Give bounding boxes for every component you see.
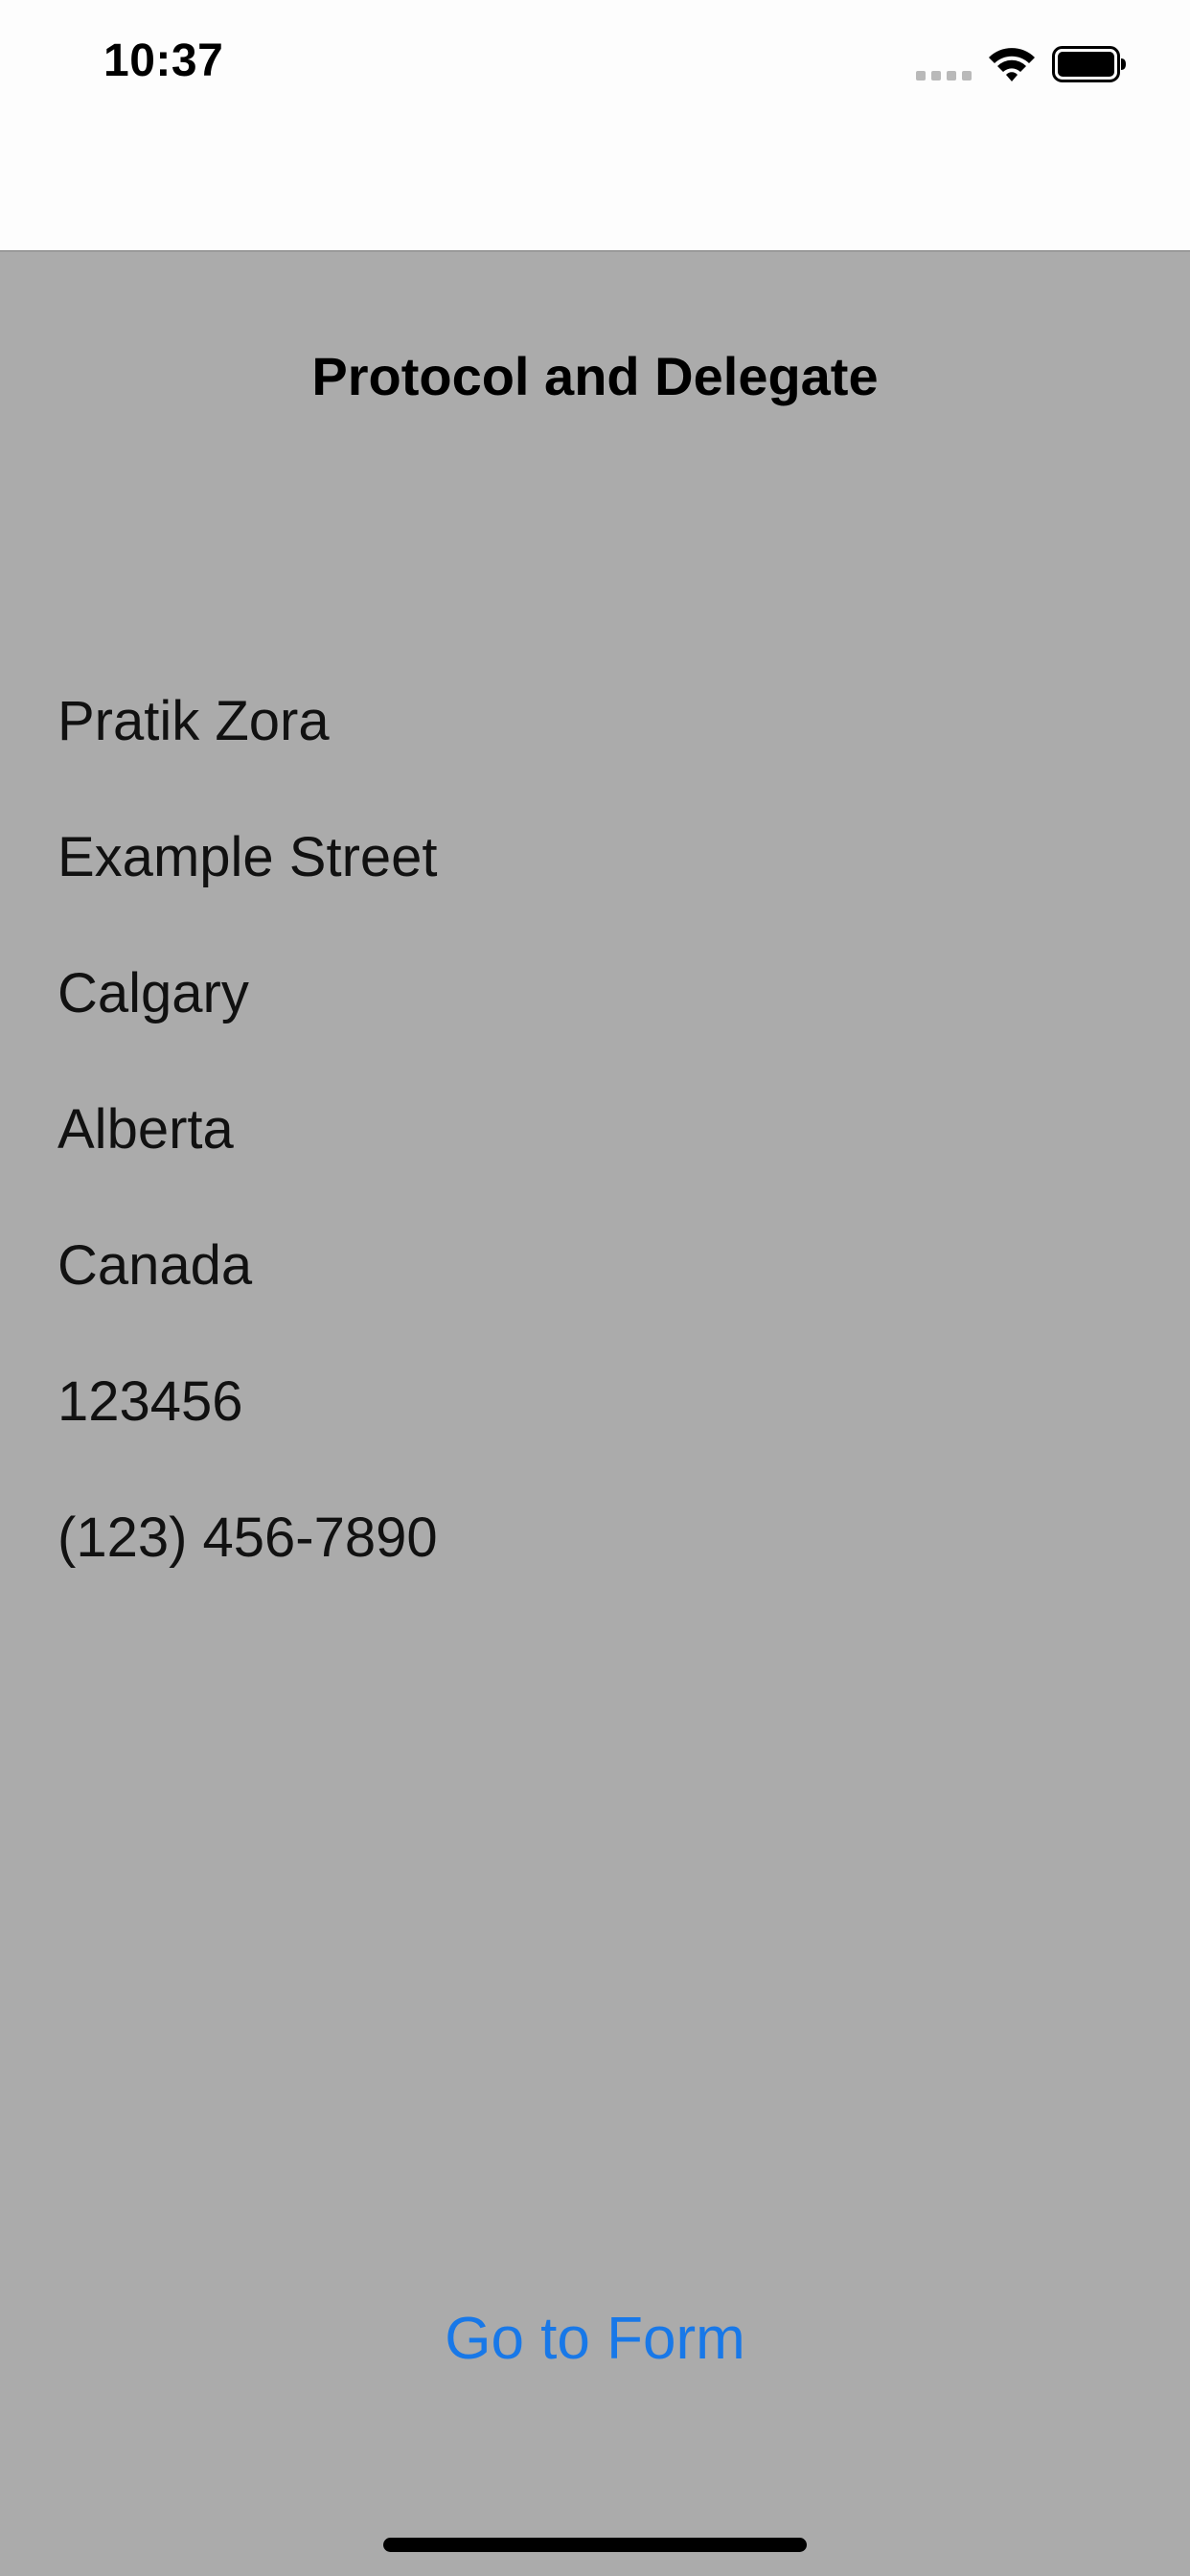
go-to-form-button[interactable]: Go to Form bbox=[0, 2305, 1190, 2373]
country-label: Canada bbox=[57, 1234, 253, 1297]
status-bar: 10:37 bbox=[0, 0, 1190, 252]
battery-icon bbox=[1052, 46, 1126, 82]
page-title: Protocol and Delegate bbox=[311, 346, 879, 406]
home-indicator[interactable] bbox=[383, 2538, 807, 2552]
city-label: Calgary bbox=[57, 962, 249, 1024]
contact-info-list: Pratik Zora Example Street Calgary Alber… bbox=[57, 685, 438, 1638]
postal-code-label: 123456 bbox=[57, 1370, 243, 1433]
province-label: Alberta bbox=[57, 1098, 234, 1161]
phone-label: (123) 456-7890 bbox=[57, 1506, 438, 1569]
cellular-signal-icon bbox=[916, 69, 972, 80]
name-label: Pratik Zora bbox=[57, 690, 330, 752]
wifi-icon bbox=[989, 48, 1035, 81]
status-time: 10:37 bbox=[103, 35, 224, 86]
app-screen: 10:37 Protocol and Delegate Pratik Zora … bbox=[0, 0, 1190, 2576]
street-label: Example Street bbox=[57, 826, 438, 888]
